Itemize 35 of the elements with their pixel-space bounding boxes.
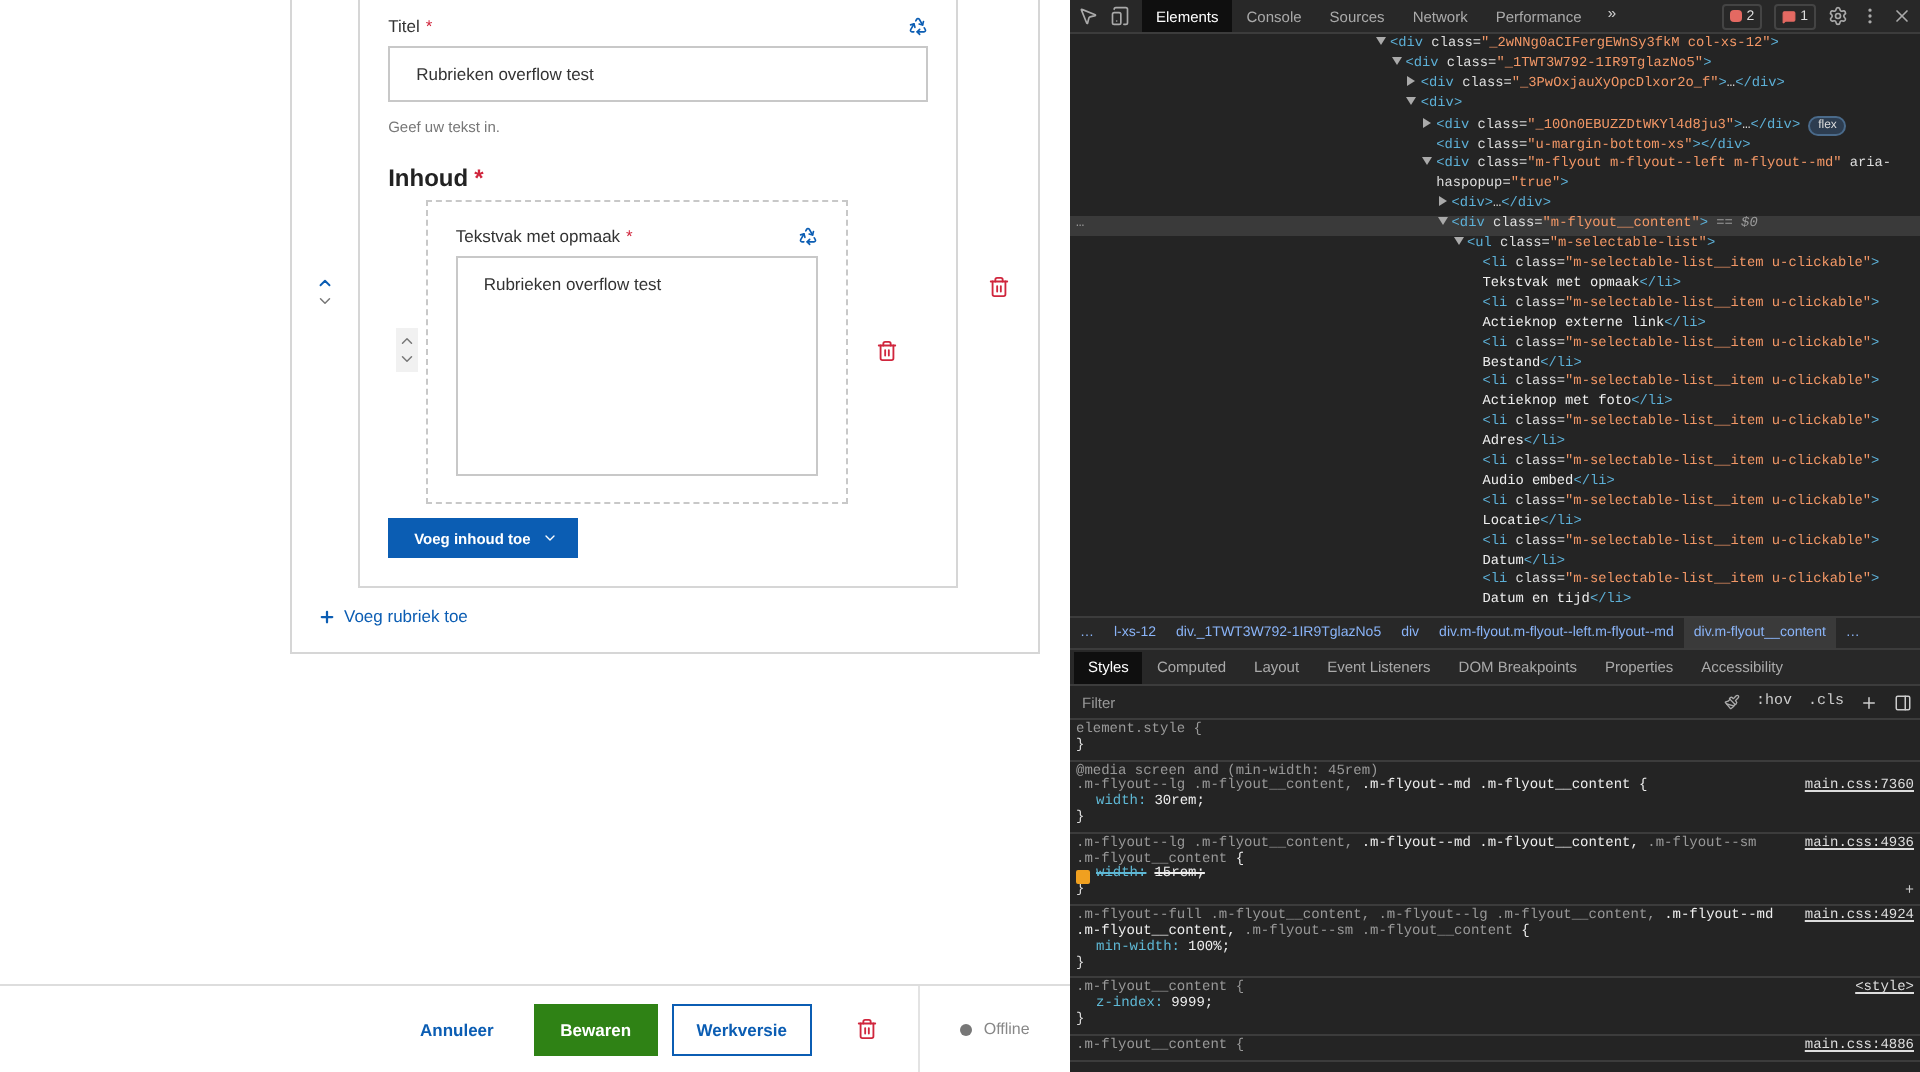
status-text: Offline xyxy=(983,1020,1030,1038)
cancel-button[interactable]: Annuleer xyxy=(420,1019,494,1039)
expanded-triangle-icon[interactable] xyxy=(1422,156,1433,167)
move-down-icon[interactable] xyxy=(397,350,416,368)
property-checkbox[interactable] xyxy=(1076,869,1090,884)
plus-icon xyxy=(318,607,336,625)
draft-button[interactable]: Werkversie xyxy=(671,1003,812,1055)
move-up-icon[interactable] xyxy=(397,332,416,350)
field-label: Titel * xyxy=(388,16,433,36)
recycle-icon[interactable] xyxy=(908,16,929,36)
trash-icon[interactable] xyxy=(876,340,899,362)
recycle-icon[interactable] xyxy=(797,226,818,246)
move-down-icon[interactable] xyxy=(316,292,335,310)
rich-text-field[interactable]: Rubrieken overflow test xyxy=(455,256,818,476)
inspect-icon[interactable] xyxy=(1078,6,1098,26)
trash-icon[interactable] xyxy=(987,276,1010,298)
expanded-triangle-icon[interactable] xyxy=(1406,95,1417,106)
device-icon[interactable] xyxy=(1110,6,1130,26)
settings-icon[interactable] xyxy=(1828,6,1848,26)
add-rule-icon[interactable] xyxy=(1860,693,1878,711)
field-label: Tekstvak met opmaak * xyxy=(455,226,633,246)
status-dot xyxy=(959,1023,972,1035)
title-input-field[interactable]: Rubrieken overflow test xyxy=(388,46,929,102)
add-section-link[interactable]: Voeg rubriek toe xyxy=(318,606,468,626)
move-up-icon[interactable] xyxy=(316,274,335,292)
section-heading: Inhoud * xyxy=(388,164,486,192)
collapsed-triangle-icon[interactable] xyxy=(1422,117,1433,128)
close-icon[interactable] xyxy=(1892,6,1912,26)
caret-icon xyxy=(542,530,559,546)
sidebar-toggle-icon[interactable] xyxy=(1894,693,1912,711)
trash-icon[interactable] xyxy=(855,1018,878,1040)
collapsed-triangle-icon[interactable] xyxy=(1437,196,1448,207)
paintbrush-icon[interactable] xyxy=(1723,694,1740,710)
save-button[interactable]: Bewaren xyxy=(533,1003,658,1055)
collapsed-triangle-icon[interactable] xyxy=(1406,75,1417,86)
